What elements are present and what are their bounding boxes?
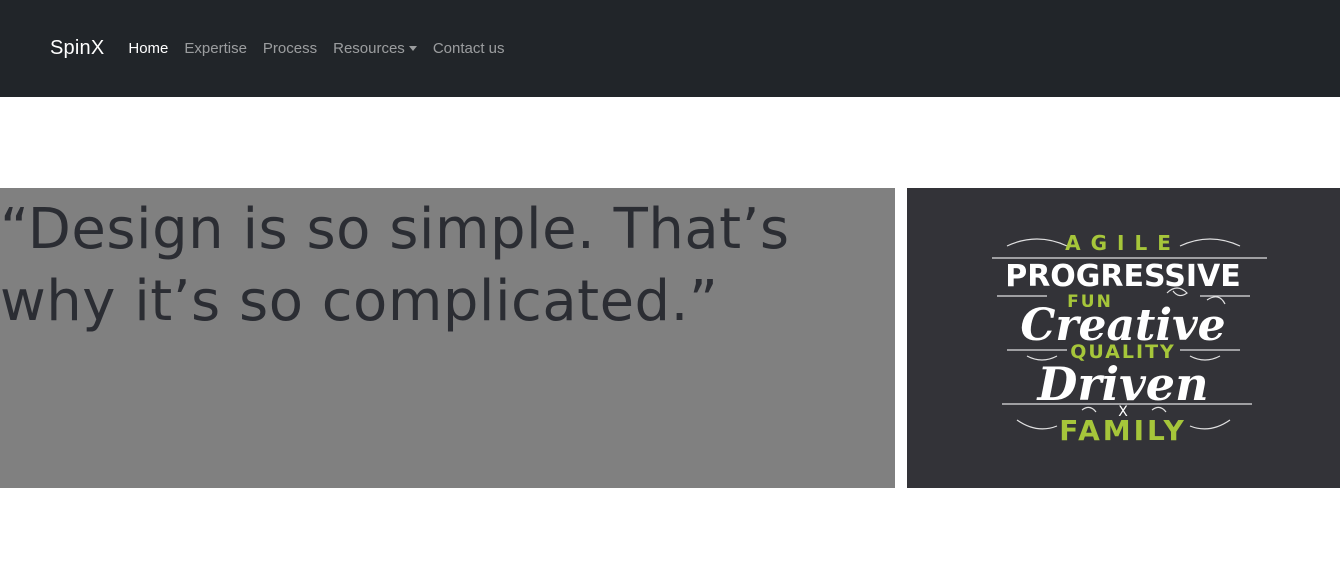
nav-link-contact[interactable]: Contact us <box>425 32 513 65</box>
poster-text-driven: Driven <box>1035 357 1208 411</box>
brand-logo-link[interactable]: SpinX <box>50 37 104 60</box>
typography-poster-image: AGILE PROGRESSIVE FUN Creative QUALITY D… <box>907 188 1340 488</box>
resources-label: Resources <box>333 40 405 57</box>
caret-down-icon <box>408 46 417 51</box>
quote-panel: “Design is so simple. That’s why it’s so… <box>0 188 895 488</box>
nav-menu: Home Expertise Process Resources Contact… <box>120 32 512 65</box>
nav-link-resources-dropdown[interactable]: Resources <box>325 32 425 65</box>
poster-text-progressive: PROGRESSIVE <box>1005 259 1241 294</box>
nav-item-contact: Contact us <box>425 32 513 65</box>
poster-text-family: FAMILY <box>1059 414 1187 447</box>
nav-item-process: Process <box>255 32 325 65</box>
nav-link-expertise[interactable]: Expertise <box>176 32 255 65</box>
nav-item-expertise: Expertise <box>176 32 255 65</box>
poster-artwork: AGILE PROGRESSIVE FUN Creative QUALITY D… <box>992 231 1267 447</box>
nav-link-process[interactable]: Process <box>255 32 325 65</box>
nav-item-resources: Resources <box>325 32 425 65</box>
poster-text-agile: AGILE <box>1065 231 1181 255</box>
top-navbar: SpinX Home Expertise Process Resources C… <box>0 0 1340 97</box>
nav-link-home[interactable]: Home <box>120 32 176 65</box>
hero-quote: “Design is so simple. That’s why it’s so… <box>0 197 790 334</box>
nav-item-home: Home <box>120 32 176 65</box>
